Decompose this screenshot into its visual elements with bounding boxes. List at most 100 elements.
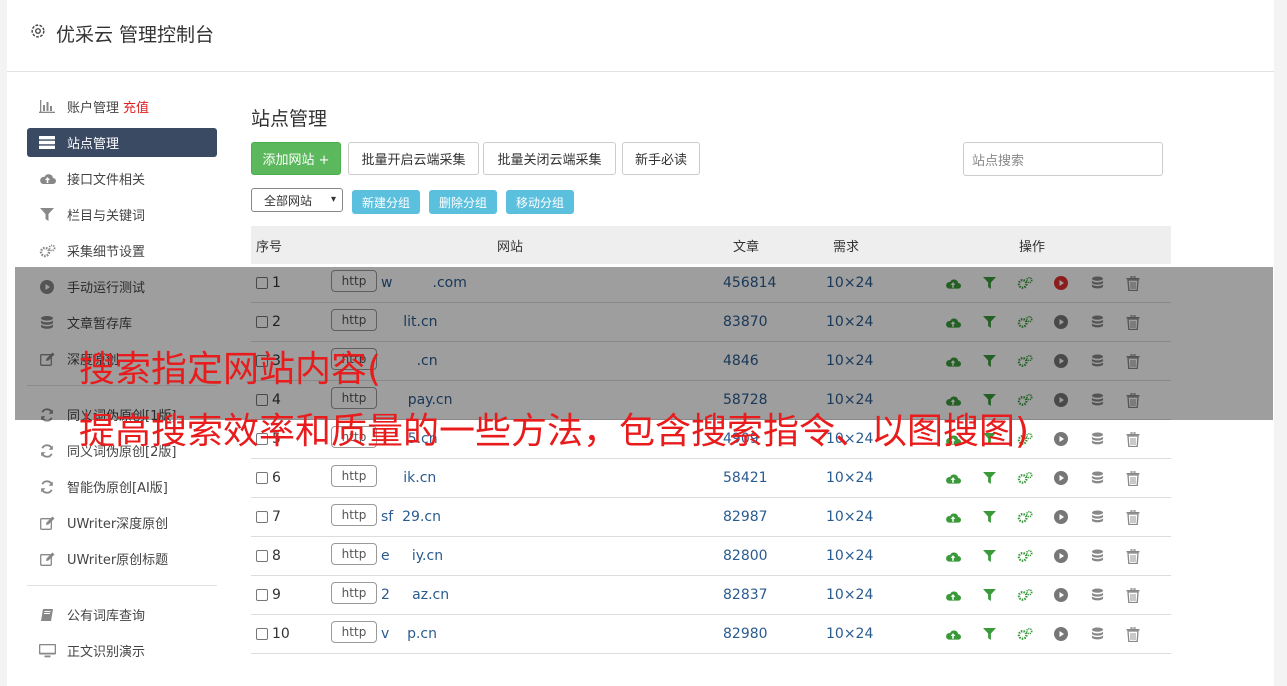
- article-count[interactable]: 82837: [723, 576, 768, 614]
- overlay-title-line1: 搜索指定网站内容(: [79, 349, 382, 390]
- row-checkbox[interactable]: [256, 550, 268, 562]
- cloud-upload-icon[interactable]: [935, 628, 971, 641]
- table-row: 10 http v p.cn 82980 10×24: [251, 615, 1171, 654]
- edit-icon: [38, 516, 56, 530]
- row-index: 6: [272, 470, 281, 486]
- trash-icon[interactable]: [1115, 587, 1151, 603]
- filter-icon: [38, 208, 56, 222]
- gears-icon[interactable]: [1007, 510, 1043, 524]
- row-checkbox[interactable]: [256, 628, 268, 640]
- sidebar-item[interactable]: 栏目与关键词: [27, 200, 217, 229]
- trash-icon[interactable]: [1115, 431, 1151, 447]
- header-demand: 需求: [833, 239, 860, 255]
- cloud-upload-icon[interactable]: [935, 550, 971, 563]
- protocol-badge[interactable]: http: [331, 582, 377, 604]
- recharge-link[interactable]: 充值: [123, 97, 149, 116]
- trash-icon[interactable]: [1115, 470, 1151, 486]
- trash-icon[interactable]: [1115, 548, 1151, 564]
- group-select[interactable]: 全部网站 ▾: [251, 188, 343, 212]
- guide-button[interactable]: 新手必读: [622, 142, 700, 175]
- batch-close-button[interactable]: 批量关闭云端采集: [483, 142, 616, 175]
- play-circle-icon[interactable]: [1043, 627, 1079, 641]
- cloud-upload-icon[interactable]: [935, 472, 971, 485]
- site-link[interactable]: e iy.cn: [381, 537, 443, 575]
- trash-icon[interactable]: [1115, 626, 1151, 642]
- article-count[interactable]: 82987: [723, 498, 768, 536]
- page-title: 站点管理: [251, 108, 328, 130]
- database-icon[interactable]: [1079, 510, 1115, 524]
- gears-icon[interactable]: [1007, 471, 1043, 485]
- delete-group-button[interactable]: 删除分组: [429, 190, 497, 214]
- protocol-badge[interactable]: http: [331, 465, 377, 487]
- filter-icon[interactable]: [971, 589, 1007, 601]
- sidebar-item[interactable]: 采集细节设置: [27, 236, 217, 265]
- batch-open-button[interactable]: 批量开启云端采集: [348, 142, 479, 175]
- move-group-button[interactable]: 移动分组: [506, 190, 574, 214]
- app-header: 优采云 管理控制台: [7, 0, 1274, 72]
- site-search-input[interactable]: 站点搜索: [963, 142, 1163, 176]
- filter-icon[interactable]: [971, 628, 1007, 640]
- row-checkbox[interactable]: [256, 472, 268, 484]
- sidebar-item-label: 采集细节设置: [67, 245, 146, 260]
- play-circle-icon[interactable]: [1043, 588, 1079, 602]
- header-articles: 文章: [733, 239, 760, 255]
- sidebar-item[interactable]: 智能伪原创[AI版]: [27, 472, 217, 501]
- filter-icon[interactable]: [971, 472, 1007, 484]
- article-count[interactable]: 82800: [723, 537, 768, 575]
- article-count[interactable]: 82980: [723, 615, 768, 653]
- database-icon[interactable]: [1079, 549, 1115, 563]
- new-group-button[interactable]: 新建分组: [352, 190, 420, 214]
- sidebar-item[interactable]: UWriter原创标题: [27, 544, 217, 573]
- protocol-badge[interactable]: http: [331, 621, 377, 643]
- play-circle-icon[interactable]: [1043, 549, 1079, 563]
- play-circle-icon[interactable]: [1043, 510, 1079, 524]
- book-icon: [38, 608, 56, 622]
- row-index: 9: [272, 587, 281, 603]
- protocol-badge[interactable]: http: [331, 504, 377, 526]
- sidebar-item[interactable]: 公有词库查询: [27, 600, 217, 629]
- gears-icon[interactable]: [1007, 588, 1043, 602]
- sidebar-item-label: 智能伪原创[AI版]: [67, 481, 168, 496]
- protocol-badge[interactable]: http: [331, 543, 377, 565]
- play-circle-icon[interactable]: [1043, 432, 1079, 446]
- sidebar-item-label: UWriter深度原创: [67, 517, 169, 532]
- sidebar-item-label: 公有词库查询: [67, 609, 146, 624]
- sidebar-item-label: UWriter原创标题: [67, 553, 169, 568]
- database-icon[interactable]: [1079, 627, 1115, 641]
- header-ops: 操作: [1019, 239, 1046, 255]
- table-row: 7 http sf 29.cn 82987 10×24: [251, 498, 1171, 537]
- add-site-button[interactable]: 添加网站 +: [251, 142, 341, 175]
- filter-icon[interactable]: [971, 511, 1007, 523]
- article-count[interactable]: 58421: [723, 459, 768, 497]
- filter-icon[interactable]: [971, 550, 1007, 562]
- demand-value: 10×24: [826, 626, 874, 642]
- sidebar-item[interactable]: 账户管理 充值: [27, 92, 217, 121]
- site-link[interactable]: 2 az.cn: [381, 576, 449, 614]
- group-select-value: 全部网站: [264, 193, 313, 208]
- table-header: 序号 网站 文章 需求 操作: [251, 226, 1171, 264]
- header-index: 序号: [256, 239, 283, 255]
- sidebar-item[interactable]: 站点管理: [27, 128, 217, 157]
- row-checkbox[interactable]: [256, 589, 268, 601]
- sidebar-item[interactable]: UWriter深度原创: [27, 508, 217, 537]
- site-link[interactable]: sf 29.cn: [381, 498, 441, 536]
- sidebar-item[interactable]: 正文识别演示: [27, 636, 217, 665]
- edit-icon: [38, 552, 56, 566]
- gears-icon[interactable]: [1007, 549, 1043, 563]
- play-circle-icon[interactable]: [1043, 471, 1079, 485]
- refresh-icon: [38, 443, 56, 458]
- trash-icon[interactable]: [1115, 509, 1151, 525]
- row-checkbox[interactable]: [256, 511, 268, 523]
- gears-icon[interactable]: [1007, 627, 1043, 641]
- gears-icon: [38, 244, 56, 258]
- cloud-upload-icon[interactable]: [935, 589, 971, 602]
- database-icon[interactable]: [1079, 432, 1115, 446]
- cloud-upload-icon[interactable]: [935, 511, 971, 524]
- site-link[interactable]: ik.cn: [381, 459, 436, 497]
- table-row: 8 http e iy.cn 82800 10×24: [251, 537, 1171, 576]
- database-icon[interactable]: [1079, 471, 1115, 485]
- database-icon[interactable]: [1079, 588, 1115, 602]
- site-link[interactable]: v p.cn: [381, 615, 437, 653]
- cloud-upload-icon: [38, 172, 56, 186]
- sidebar-item[interactable]: 接口文件相关: [27, 164, 217, 193]
